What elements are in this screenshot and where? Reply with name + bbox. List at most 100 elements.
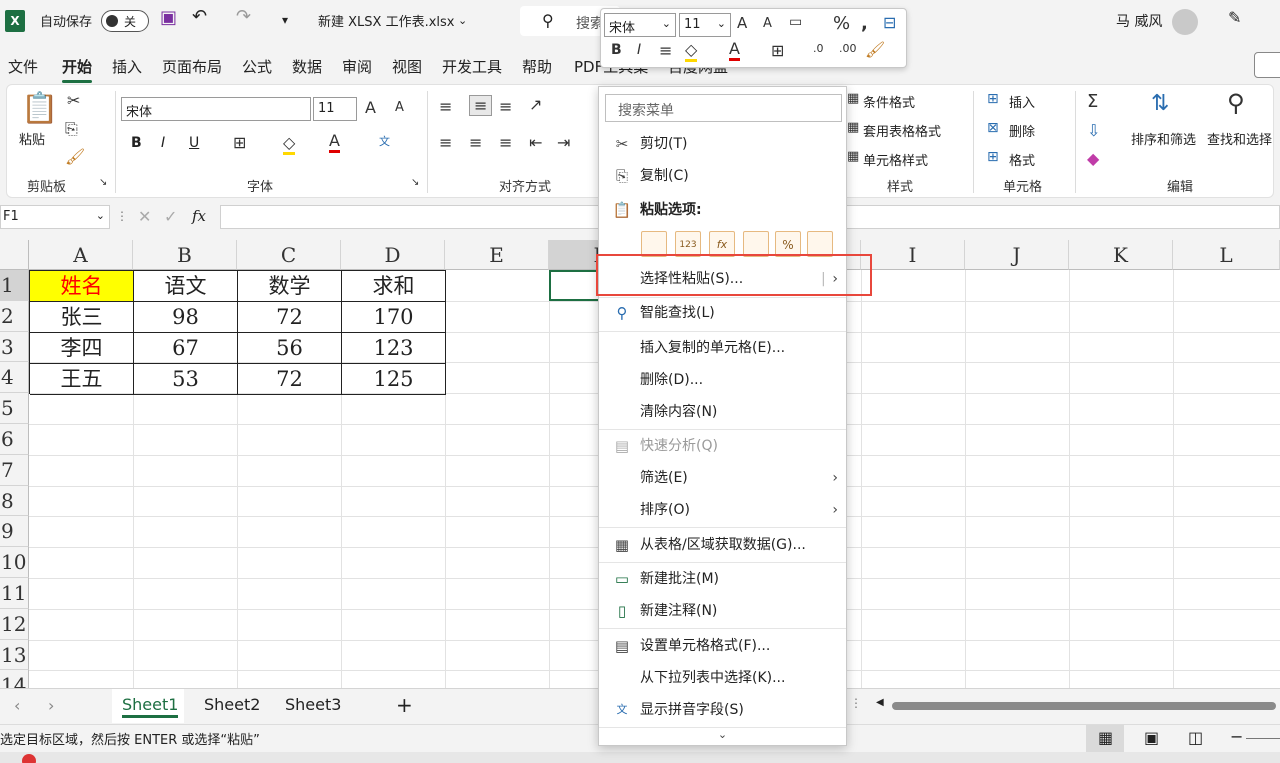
row-header-7[interactable]: 7 <box>0 454 29 486</box>
menu-item-insert-copied[interactable]: 插入复制的单元格(E)... <box>599 333 846 363</box>
find-icon[interactable]: ⚲ <box>1227 89 1245 117</box>
comments-button[interactable] <box>1254 52 1280 78</box>
delete-cells-button[interactable]: 删除 <box>1009 121 1035 140</box>
fill-color-icon[interactable]: ◇ <box>685 40 698 62</box>
currency-format-icon[interactable]: ▭ <box>789 14 802 30</box>
row-header-8[interactable]: 8 <box>0 485 29 517</box>
row-header-11[interactable]: 11 <box>0 578 29 609</box>
header-cell-name[interactable]: 姓名 <box>30 271 134 302</box>
column-header-d[interactable]: D <box>341 240 445 270</box>
table-cell[interactable]: 125 <box>342 364 446 395</box>
menu-item-new-note[interactable]: ▯ 新建注释(N) <box>599 596 846 626</box>
font-color-icon[interactable]: A <box>329 131 340 153</box>
avatar[interactable] <box>1172 9 1198 35</box>
redo-icon[interactable]: ↷ <box>236 6 251 27</box>
header-cell-chinese[interactable]: 语文 <box>134 271 238 302</box>
table-style-button[interactable]: 套用表格格式 <box>863 121 941 140</box>
dialog-launcher-icon[interactable]: ↘ <box>411 177 419 188</box>
wrap-icon[interactable]: ⊟ <box>883 13 896 32</box>
column-header-e[interactable]: E <box>445 240 549 270</box>
copy-icon[interactable]: ⎘ <box>65 119 78 139</box>
phonetic-icon[interactable]: 文 <box>379 133 390 149</box>
tab-page-layout[interactable]: 页面布局 <box>162 56 222 77</box>
mini-bold-button[interactable]: B <box>611 42 622 58</box>
decrease-font-icon[interactable]: A <box>763 16 772 31</box>
table-cell[interactable]: 56 <box>238 333 342 364</box>
column-header-c[interactable]: C <box>237 240 341 270</box>
customize-qat-icon[interactable]: ▾ <box>282 13 288 27</box>
menu-item-sort[interactable]: 排序(O) › <box>599 495 846 525</box>
table-cell[interactable]: 王五 <box>30 364 134 395</box>
column-header-l[interactable]: L <box>1173 240 1280 270</box>
context-search-input[interactable]: 搜索菜单 <box>605 94 842 122</box>
tab-file[interactable]: 文件 <box>8 56 38 77</box>
sort-filter-button[interactable]: 排序和筛选 <box>1131 129 1196 148</box>
column-header-i[interactable]: I <box>861 240 965 270</box>
zoom-out-icon[interactable]: − <box>1230 727 1243 746</box>
row-header-12[interactable]: 12 <box>0 608 29 640</box>
enter-icon[interactable]: ✓ <box>164 207 177 226</box>
chevron-down-icon[interactable]: ⌄ <box>458 14 467 27</box>
name-box[interactable]: F1 ⌄ <box>0 205 110 229</box>
font-color-icon[interactable]: A <box>729 39 740 61</box>
format-painter-icon[interactable]: 🖌 <box>65 147 85 166</box>
scroll-down-icon[interactable]: ⌄ <box>599 727 846 745</box>
header-cell-sum[interactable]: 求和 <box>342 271 446 302</box>
insert-cells-icon[interactable]: ⊞ <box>987 91 999 107</box>
header-cell-math[interactable]: 数学 <box>238 271 342 302</box>
format-cells-button[interactable]: 格式 <box>1009 150 1035 169</box>
align-middle-icon[interactable]: ≡ <box>469 95 493 116</box>
column-header-a[interactable]: A <box>29 240 133 270</box>
autosave-toggle[interactable]: 关 <box>101 10 149 32</box>
conditional-format-icon[interactable]: ▦ <box>847 91 859 106</box>
zoom-slider[interactable] <box>1246 738 1280 739</box>
clear-icon[interactable]: ◆ <box>1087 149 1099 168</box>
increase-font-icon[interactable]: A <box>365 98 376 117</box>
italic-button[interactable]: I <box>161 135 165 151</box>
align-top-icon[interactable]: ≡ <box>439 97 452 116</box>
row-header-14[interactable]: 14 <box>0 670 29 688</box>
percent-button[interactable]: % <box>833 13 850 34</box>
tab-help[interactable]: 帮助 <box>522 56 552 77</box>
increase-decimal-icon[interactable]: .00 <box>839 42 857 55</box>
row-header-9[interactable]: 9 <box>0 516 29 548</box>
pen-icon[interactable]: ✎ <box>1228 8 1241 27</box>
bold-button[interactable]: B <box>131 135 142 151</box>
table-cell[interactable]: 98 <box>134 302 238 333</box>
table-cell[interactable]: 170 <box>342 302 446 333</box>
cell-style-button[interactable]: 单元格样式 <box>863 150 928 169</box>
tab-developer[interactable]: 开发工具 <box>442 56 502 77</box>
cancel-icon[interactable]: ✕ <box>138 207 151 226</box>
table-cell[interactable]: 李四 <box>30 333 134 364</box>
table-cell[interactable]: 张三 <box>30 302 134 333</box>
scroll-left-icon[interactable]: ◀ <box>876 697 884 708</box>
find-select-button[interactable]: 查找和选择 <box>1207 129 1272 148</box>
row-header-6[interactable]: 6 <box>0 424 29 455</box>
increase-indent-icon[interactable]: ⇥ <box>557 133 570 152</box>
font-name-select[interactable]: 宋体 <box>121 97 311 121</box>
mini-italic-button[interactable]: I <box>637 42 641 58</box>
menu-item-pick-from-list[interactable]: 从下拉列表中选择(K)... <box>599 663 846 693</box>
tab-view[interactable]: 视图 <box>392 56 422 77</box>
orientation-icon[interactable]: ↗ <box>529 95 542 114</box>
normal-view-icon[interactable]: ▦ <box>1098 728 1113 747</box>
dialog-launcher-icon[interactable]: ↘ <box>99 177 107 188</box>
table-cell[interactable]: 72 <box>238 364 342 395</box>
page-layout-view-icon[interactable]: ▣ <box>1144 728 1159 747</box>
tab-review[interactable]: 审阅 <box>342 56 372 77</box>
menu-item-quick-analysis[interactable]: ▤ 快速分析(Q) <box>599 431 846 461</box>
decrease-font-icon[interactable]: A <box>395 100 404 115</box>
tab-insert[interactable]: 插入 <box>112 56 142 77</box>
menu-item-show-phonetic[interactable]: 文 显示拼音字段(S) <box>599 695 846 725</box>
autosum-icon[interactable]: Σ <box>1087 91 1098 112</box>
row-header-4[interactable]: 4 <box>0 362 29 394</box>
decrease-decimal-icon[interactable]: .0 <box>813 42 824 55</box>
menu-item-clear[interactable]: 清除内容(N) <box>599 397 846 427</box>
tab-formulas[interactable]: 公式 <box>242 56 272 77</box>
page-break-view-icon[interactable]: ◫ <box>1188 728 1203 747</box>
conditional-format-button[interactable]: 条件格式 <box>863 92 915 111</box>
menu-item-delete[interactable]: 删除(D)... <box>599 365 846 395</box>
align-center-icon[interactable]: ≡ <box>659 41 672 60</box>
menu-item-new-comment[interactable]: ▭ 新建批注(M) <box>599 564 846 594</box>
row-header-10[interactable]: 10 <box>0 547 29 578</box>
